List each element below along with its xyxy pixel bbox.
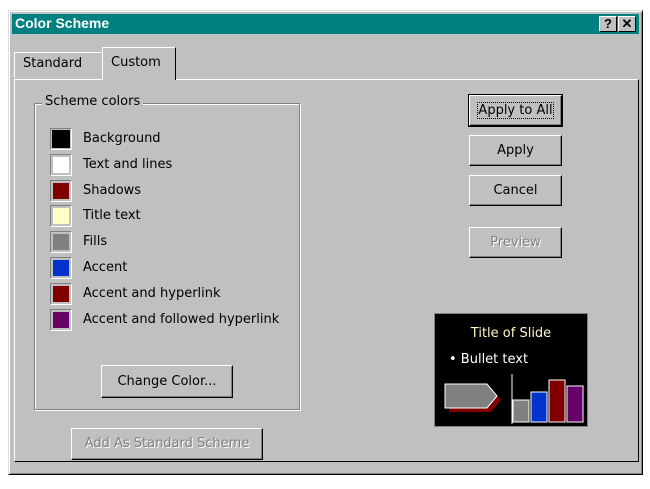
swatch-fill xyxy=(53,285,69,302)
scheme-color-label: Accent xyxy=(83,260,128,275)
color-swatch[interactable] xyxy=(50,179,72,202)
color-swatch[interactable] xyxy=(50,128,72,150)
color-swatch[interactable] xyxy=(50,257,72,279)
swatch-fill xyxy=(53,208,69,225)
apply-to-all-label: Apply to All xyxy=(477,102,554,119)
tab-custom[interactable]: Custom xyxy=(102,47,176,80)
scheme-color-label: Accent and hyperlink xyxy=(83,285,221,301)
preview-button[interactable]: Preview xyxy=(469,227,562,258)
color-swatch[interactable] xyxy=(50,153,72,176)
preview-bar xyxy=(566,385,584,423)
preview-arrow-shape xyxy=(444,383,498,409)
scheme-color-label: Fills xyxy=(83,234,108,250)
scheme-colors-label: Scheme colors xyxy=(42,94,144,109)
apply-to-all-button[interactable]: Apply to All xyxy=(468,94,563,127)
color-swatch[interactable] xyxy=(50,282,72,305)
swatch-fill xyxy=(52,130,70,148)
scheme-color-label: Accent and followed hyperlink xyxy=(83,311,280,327)
scheme-color-label: Text and lines xyxy=(83,156,173,172)
title-bar[interactable]: Color Scheme ? ✕ xyxy=(12,14,639,34)
scheme-colors-groupbox xyxy=(34,103,300,410)
preview-bar-chart xyxy=(512,379,584,423)
change-color-button[interactable]: Change Color... xyxy=(101,365,233,398)
close-button[interactable]: ✕ xyxy=(618,16,636,32)
swatch-fill xyxy=(53,260,69,276)
scheme-color-label: Background xyxy=(83,131,161,146)
swatch-fill xyxy=(53,311,69,328)
scheme-color-label: Title text xyxy=(83,208,141,224)
color-swatch[interactable] xyxy=(50,205,72,228)
apply-button[interactable]: Apply xyxy=(469,135,562,166)
swatch-fill xyxy=(53,156,69,173)
color-swatch[interactable] xyxy=(50,308,72,331)
tab-standard[interactable]: Standard xyxy=(14,52,104,78)
cancel-button[interactable]: Cancel xyxy=(469,175,562,206)
slide-preview: Title of Slide • Bullet text xyxy=(434,313,588,427)
swatch-fill xyxy=(53,234,69,251)
tab-custom-label: Custom xyxy=(111,55,161,70)
window-title: Color Scheme xyxy=(15,15,110,31)
add-as-standard-scheme-button[interactable]: Add As Standard Scheme xyxy=(71,428,263,460)
color-swatch[interactable] xyxy=(50,231,72,254)
scheme-color-label: Shadows xyxy=(83,182,142,198)
preview-graphic xyxy=(444,374,584,424)
preview-bar xyxy=(548,379,566,423)
preview-bar xyxy=(512,399,530,423)
help-button[interactable]: ? xyxy=(599,16,617,32)
swatch-fill xyxy=(53,182,69,199)
preview-bar xyxy=(530,391,548,423)
